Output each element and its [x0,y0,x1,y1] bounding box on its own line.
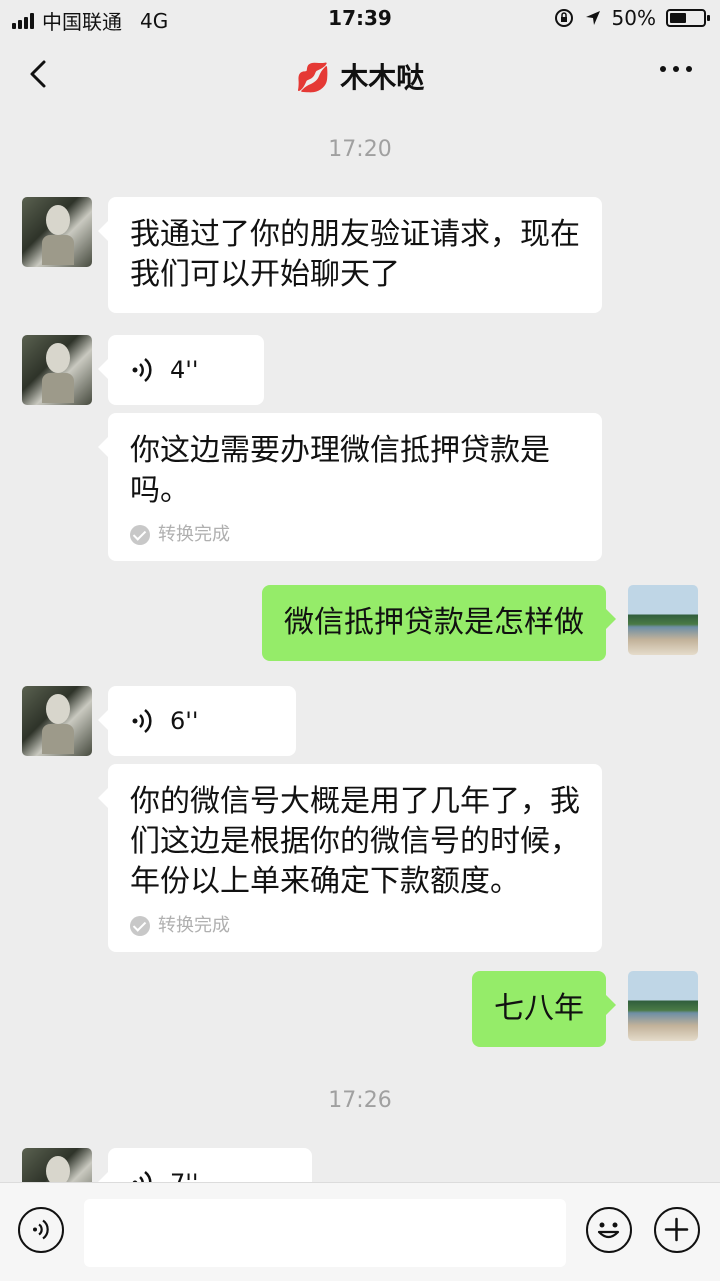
voice-wave-icon [132,358,152,382]
status-bar: 中国联通 4G 17:39 50% [0,0,720,36]
voice-input-button[interactable] [18,1207,64,1253]
dot-icon [660,66,666,72]
contact-avatar[interactable] [22,197,92,267]
transcript-text: 你的微信号大概是用了几年了，我们这边是根据你的微信号的时候，年份以上单来确定下款… [130,784,580,899]
chat-header: 💋 木木哒 [0,36,720,112]
timestamp: 17:26 [328,1088,392,1113]
more-actions-button[interactable] [654,1207,700,1253]
message-text: 七八年 [494,991,584,1026]
my-avatar[interactable] [628,971,698,1041]
voice-transcript[interactable]: 你这边需要办理微信抵押贷款是吗。 转换完成 [98,413,602,561]
message-bubble[interactable]: 我通过了你的朋友验证请求，现在我们可以开始聊天了 [98,197,602,313]
conversion-status: 转换完成 [130,523,580,547]
chat-title: 💋 木木哒 [0,56,720,96]
voice-message[interactable]: 6'' [98,686,296,756]
location-icon [585,11,600,25]
voice-duration: 4'' [170,356,199,384]
my-avatar[interactable] [628,585,698,655]
message-input[interactable] [84,1199,566,1267]
contact-avatar[interactable] [22,686,92,756]
check-icon [130,525,150,545]
rotation-lock-icon [554,9,573,27]
conversion-label: 转换完成 [158,524,230,545]
contact-name: 木木哒 [340,61,425,94]
conversion-status: 转换完成 [130,914,580,938]
status-right: 50% [554,6,710,30]
contact-avatar[interactable] [22,335,92,405]
voice-wave-icon [132,709,152,733]
voice-duration: 6'' [170,707,199,735]
smiley-icon [597,1222,620,1239]
plus-icon [664,1217,689,1242]
lips-emoji-icon: 💋 [295,61,331,94]
dot-icon [686,66,692,72]
voice-message[interactable]: 4'' [98,335,264,405]
emoji-button[interactable] [586,1207,632,1253]
message-text: 我通过了你的朋友验证请求，现在我们可以开始聊天了 [130,217,580,292]
input-bar [0,1182,720,1281]
voice-transcript[interactable]: 你的微信号大概是用了几年了，我们这边是根据你的微信号的时候，年份以上单来确定下款… [98,764,602,952]
check-icon [130,916,150,936]
voice-mode-icon [33,1219,49,1240]
battery-percent: 50% [611,6,656,30]
transcript-text: 你这边需要办理微信抵押贷款是吗。 [130,433,550,508]
dot-icon [673,66,679,72]
timestamp: 17:20 [328,137,392,162]
message-text: 微信抵押贷款是怎样做 [284,605,584,640]
message-bubble-mine[interactable]: 微信抵押贷款是怎样做 [262,585,616,661]
message-bubble-mine[interactable]: 七八年 [472,971,616,1047]
conversion-label: 转换完成 [158,915,230,936]
more-options-button[interactable] [660,66,692,72]
battery-icon [666,9,710,27]
